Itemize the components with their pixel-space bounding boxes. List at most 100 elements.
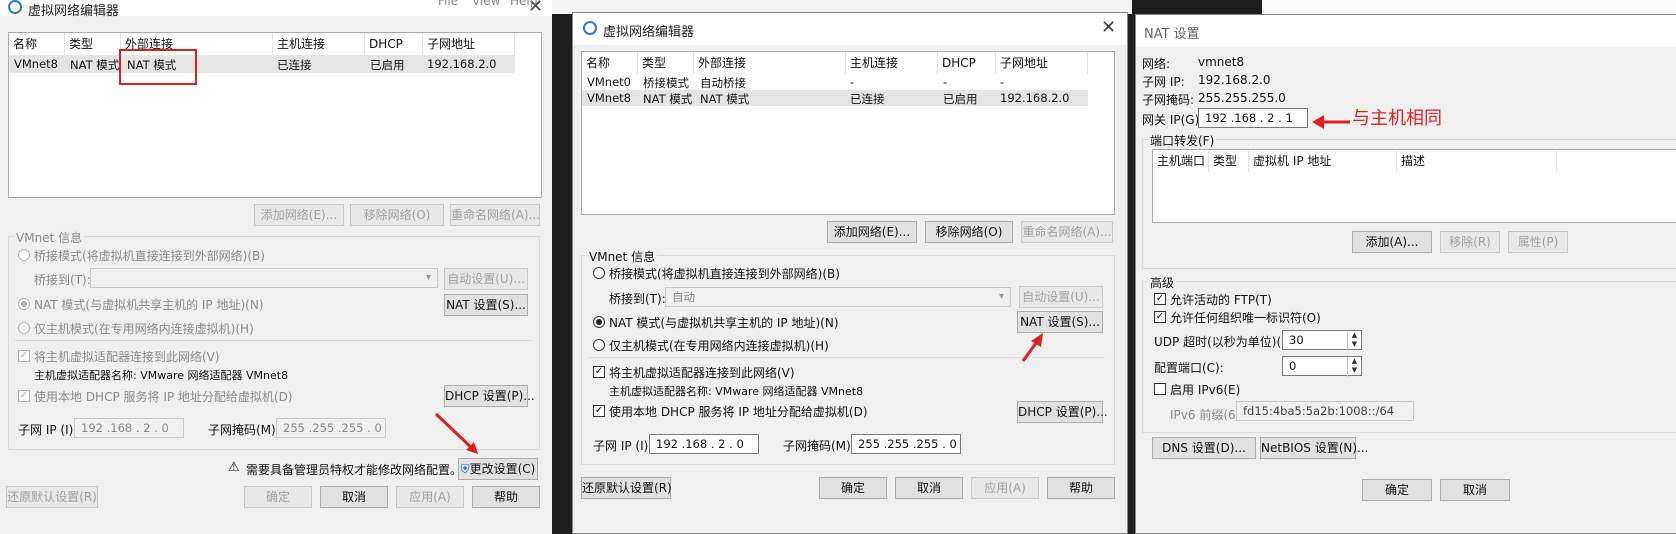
spinner-icon[interactable]: ▲ ▼ — [1347, 331, 1361, 351]
ok-button[interactable]: 确定 — [819, 477, 887, 499]
cancel-button[interactable]: 取消 — [1440, 479, 1510, 501]
col-header-host[interactable]: 主机连接 — [846, 52, 938, 74]
subnet-mask-value: 255.255.255.0 — [1198, 91, 1286, 105]
connect-adapter-label: 将主机虚拟适配器连接到此网络(V) — [609, 366, 795, 380]
rename-network-button[interactable]: 重命名网络(A)... — [450, 204, 540, 226]
close-icon[interactable]: ✕ — [1101, 17, 1116, 38]
port-properties-button[interactable]: 属性(P) — [1508, 231, 1568, 253]
left-network-list[interactable]: 名称 类型 外部连接 主机连接 DHCP 子网地址 VMnet8 NAT 模式 … — [8, 32, 542, 198]
add-port-button[interactable]: 添加(A)... — [1352, 231, 1432, 253]
enable-ipv6-checkbox[interactable] — [1154, 383, 1166, 395]
col-header-dhcp[interactable]: DHCP — [938, 52, 996, 74]
cancel-button[interactable]: 取消 — [895, 477, 963, 499]
menu-item-view[interactable]: View — [472, 0, 500, 8]
nat-mode-label: NAT 模式(与虚拟机共享主机的 IP 地址)(N) — [34, 298, 264, 312]
allow-ftp-label: 允许活动的 FTP(T) — [1170, 293, 1272, 307]
dhcp-settings-button[interactable]: DHCP 设置(P)... — [444, 385, 535, 407]
subnet-mask-input[interactable]: 255 .255 .255 . 0 — [851, 434, 961, 454]
connect-adapter-checkbox[interactable]: ✓ — [593, 366, 605, 378]
remove-network-button[interactable]: 移除网络(O) — [350, 204, 444, 226]
apply-button[interactable]: 应用(A) — [971, 477, 1039, 499]
auto-settings-button[interactable]: 自动设置(U)... — [444, 268, 528, 290]
left-titlebar[interactable]: 虚拟网络编辑器 ✕ — [0, 0, 552, 19]
bridge-to-select[interactable]: ▾ — [90, 268, 438, 288]
cell-name: VMnet8 — [14, 57, 58, 71]
subnet-ip-input[interactable]: 192 .168 . 2 . 0 — [74, 418, 184, 438]
col-header-host[interactable]: 主机连接 — [273, 33, 365, 55]
rename-network-button[interactable]: 重命名网络(A)... — [1021, 221, 1113, 243]
nat-mode-radio[interactable] — [18, 298, 30, 310]
udp-timeout-input[interactable]: 30 ▲ ▼ — [1282, 330, 1362, 351]
nat-titlebar[interactable]: NAT 设置 — [1136, 15, 1676, 47]
col-header-type[interactable]: 类型 — [1209, 150, 1249, 172]
subnet-ip-input[interactable]: 192 .168 . 2 . 0 — [649, 434, 759, 454]
nat-settings-button[interactable]: NAT 设置(S)... — [1017, 311, 1103, 333]
cell-dhcp: - — [943, 75, 948, 89]
col-header-host-port[interactable]: 主机端口 — [1153, 150, 1209, 172]
col-header-subnet[interactable]: 子网地址 — [996, 52, 1088, 74]
col-header-name[interactable]: 名称 — [9, 33, 65, 55]
netbios-settings-button[interactable]: NetBIOS 设置(N)... — [1260, 437, 1369, 459]
subnet-ip-label: 子网 IP (I): — [18, 423, 78, 437]
col-header-vm-ip[interactable]: 虚拟机 IP 地址 — [1249, 150, 1397, 172]
subnet-mask-label: 子网掩码(M): — [783, 439, 855, 453]
add-network-button[interactable]: 添加网络(E)... — [254, 204, 344, 226]
bridge-to-select[interactable]: 自动 ▾ — [665, 287, 1011, 307]
middle-titlebar[interactable]: 虚拟网络编辑器 ✕ — [573, 13, 1127, 45]
connect-adapter-checkbox[interactable]: ✓ — [18, 350, 30, 362]
nat-settings-button[interactable]: NAT 设置(S)... — [444, 294, 528, 316]
col-header-dhcp[interactable]: DHCP — [365, 33, 423, 55]
cell-external: 自动桥接 — [700, 76, 746, 90]
subnet-mask-input[interactable]: 255 .255 .255 . 0 — [276, 418, 386, 438]
allow-oui-checkbox[interactable]: ✓ — [1154, 311, 1166, 323]
dhcp-checkbox[interactable]: ✓ — [18, 390, 30, 402]
nat-window-title: NAT 设置 — [1144, 27, 1200, 42]
remove-port-button[interactable]: 移除(R) — [1440, 231, 1500, 253]
subnet-ip-value: 192.168.2.0 — [1198, 73, 1271, 87]
port-forwarding-list[interactable]: 主机端口 类型 虚拟机 IP 地址 描述 — [1152, 149, 1676, 223]
cancel-button[interactable]: 取消 — [320, 486, 388, 508]
allow-ftp-checkbox[interactable]: ✓ — [1154, 293, 1166, 305]
help-button[interactable]: 帮助 — [472, 486, 540, 508]
spinner-icon[interactable]: ▲ ▼ — [1347, 357, 1361, 377]
add-network-button[interactable]: 添加网络(E)... — [827, 221, 917, 243]
col-header-name[interactable]: 名称 — [582, 52, 638, 74]
ok-button[interactable]: 确定 — [244, 486, 312, 508]
host-only-radio[interactable] — [593, 339, 605, 351]
menu-item-file[interactable]: File — [438, 0, 458, 8]
middle-network-list[interactable]: 名称 类型 外部连接 主机连接 DHCP 子网地址 VMnet0 桥接模式 自动… — [581, 51, 1115, 215]
bridge-mode-label: 桥接模式(将虚拟机直接连接到外部网络)(B) — [609, 267, 840, 281]
red-arrow-gateway — [1312, 115, 1350, 129]
col-header-type[interactable]: 类型 — [638, 52, 694, 74]
bridge-mode-radio[interactable] — [18, 249, 30, 261]
cell-subnet: - — [1000, 75, 1005, 89]
apply-button[interactable]: 应用(A) — [396, 486, 464, 508]
bridge-mode-radio[interactable] — [593, 267, 605, 279]
col-header-external[interactable]: 外部连接 — [694, 52, 846, 74]
ok-button[interactable]: 确定 — [1362, 479, 1432, 501]
cell-type: NAT 模式 — [643, 92, 693, 106]
network-icon — [583, 21, 597, 35]
ipv6-prefix-input[interactable]: fd15:4ba5:5a2b:1008::/64 — [1236, 401, 1414, 421]
col-header-subnet[interactable]: 子网地址 — [423, 33, 515, 55]
auto-settings-button[interactable]: 自动设置(U)... — [1019, 286, 1103, 308]
menu-item-help[interactable]: Help — [510, 0, 537, 8]
middle-network-editor-window: 虚拟网络编辑器 ✕ 名称 类型 外部连接 主机连接 DHCP 子网地址 VMne… — [572, 12, 1128, 534]
restore-defaults-button[interactable]: 还原默认设置(R) — [581, 477, 672, 499]
config-port-input[interactable]: 0 ▲ ▼ — [1282, 356, 1362, 377]
remove-network-button[interactable]: 移除网络(O) — [925, 221, 1013, 243]
network-icon — [8, 0, 22, 14]
shield-icon: ⛨ — [460, 462, 470, 476]
col-header-description[interactable]: 描述 — [1397, 150, 1557, 172]
gateway-ip-input[interactable]: 192 .168 . 2 . 1 — [1198, 108, 1308, 128]
host-only-radio[interactable] — [18, 322, 30, 334]
help-button[interactable]: 帮助 — [1047, 477, 1115, 499]
dhcp-checkbox[interactable]: ✓ — [593, 405, 605, 417]
dns-settings-button[interactable]: DNS 设置(D)... — [1152, 437, 1256, 459]
ipv6-prefix-label: IPv6 前缀(6): — [1170, 408, 1245, 422]
col-header-type[interactable]: 类型 — [65, 33, 121, 55]
restore-defaults-button[interactable]: 还原默认设置(R) — [6, 486, 98, 508]
dhcp-settings-button[interactable]: DHCP 设置(P)... — [1017, 401, 1108, 423]
change-settings-button[interactable]: ⛨更改设置(C) — [458, 458, 538, 480]
nat-mode-radio[interactable] — [593, 316, 605, 328]
